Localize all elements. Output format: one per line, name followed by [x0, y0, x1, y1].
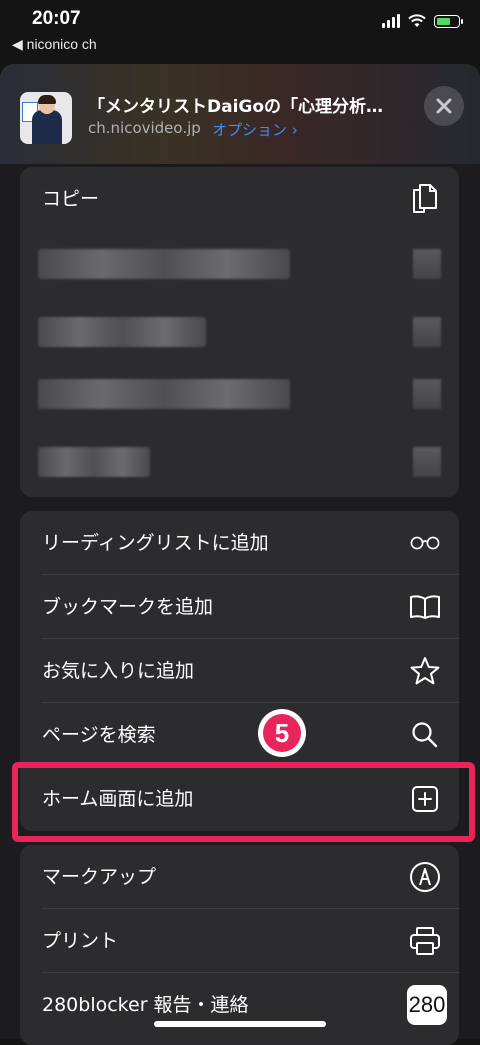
close-button[interactable] [424, 86, 464, 126]
back-to-app-link[interactable]: ◀ niconico ch [12, 36, 97, 53]
add-to-favorites-label: お気に入りに追加 [42, 660, 195, 682]
book-icon [409, 591, 441, 623]
step-number-badge: 5 [258, 709, 306, 757]
280-icon: 280 [407, 985, 447, 1025]
printer-icon [409, 925, 441, 957]
280blocker-report-row[interactable]: 280blocker 報告・連絡 280 [20, 973, 459, 1037]
markup-icon [409, 861, 441, 893]
print-label: プリント [42, 930, 119, 952]
page-thumbnail [20, 92, 72, 144]
add-to-reading-list-row[interactable]: リーディングリストに追加 [20, 511, 459, 575]
blurred-icon [413, 317, 441, 347]
page-title: 「メンタリストDaiGoの「心理分析… [88, 97, 384, 117]
find-on-page-row[interactable]: ページを検索 [20, 703, 459, 767]
280blocker-report-label: 280blocker 報告・連絡 [42, 994, 249, 1016]
star-icon [409, 655, 441, 687]
battery-icon [434, 14, 463, 28]
markup-label: マークアップ [42, 866, 157, 888]
back-app-label: niconico ch [26, 36, 97, 52]
more-actions-group: マークアップ プリント 280blocker 報告・連絡 280 [20, 845, 459, 1045]
glasses-icon [409, 527, 441, 559]
add-bookmark-row[interactable]: ブックマークを追加 [20, 575, 459, 639]
add-to-favorites-row[interactable]: お気に入りに追加 [20, 639, 459, 703]
search-icon [409, 719, 441, 751]
highlight-box [12, 762, 475, 842]
blurred-item[interactable] [38, 317, 206, 347]
blurred-item[interactable] [38, 249, 290, 279]
status-time: 20:07 [32, 8, 81, 29]
close-icon [436, 98, 452, 114]
find-on-page-label: ページを検索 [42, 724, 156, 746]
status-icons [382, 14, 463, 28]
blurred-icon [413, 447, 441, 477]
markup-row[interactable]: マークアップ [20, 845, 459, 909]
copy-row[interactable]: コピー [20, 167, 459, 231]
blurred-icon [413, 249, 441, 279]
print-row[interactable]: プリント [20, 909, 459, 973]
options-link[interactable]: オプション › [212, 119, 298, 140]
blurred-item[interactable] [38, 379, 290, 409]
copy-group: コピー [20, 167, 459, 497]
copy-icon [409, 183, 441, 215]
blurred-icon [413, 379, 441, 409]
signal-icon [382, 14, 400, 28]
home-indicator[interactable] [154, 1021, 326, 1027]
step-number: 5 [263, 714, 301, 752]
copy-label: コピー [42, 188, 100, 210]
280-badge: 280 [407, 985, 447, 1025]
page-domain: ch.nicovideo.jp [88, 119, 201, 137]
status-bar: 20:07 ◀ niconico ch [0, 0, 480, 58]
add-bookmark-label: ブックマークを追加 [42, 596, 214, 618]
add-to-reading-list-label: リーディングリストに追加 [42, 532, 269, 554]
wifi-icon [408, 14, 426, 27]
blurred-item[interactable] [38, 447, 150, 477]
